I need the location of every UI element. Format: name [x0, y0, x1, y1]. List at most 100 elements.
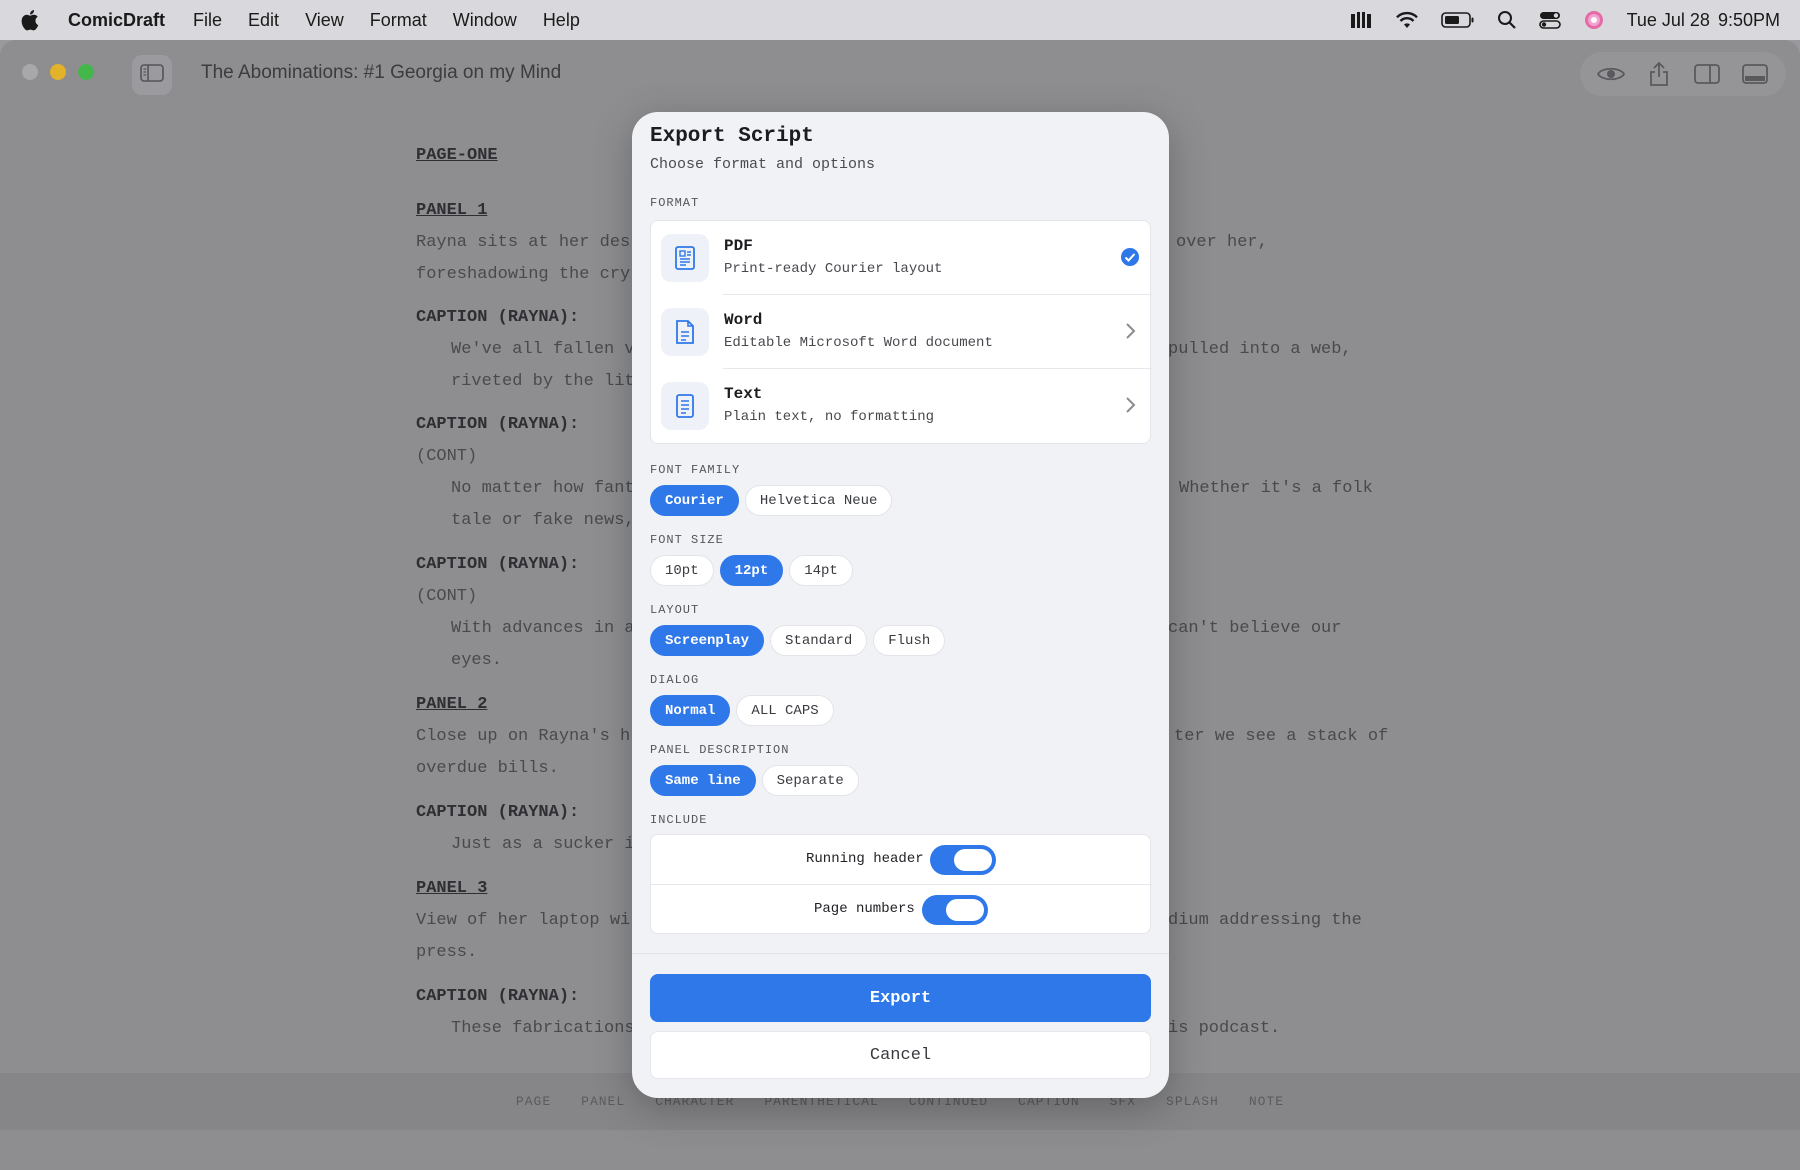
- share-button[interactable]: [1640, 55, 1678, 93]
- parenthetical: (CONT): [416, 447, 478, 466]
- format-description: Editable Microsoft Word document: [724, 335, 993, 351]
- format-option-pdf[interactable]: PDF Print-ready Courier layout: [651, 221, 1152, 295]
- inspector-toggle-button[interactable]: [1688, 55, 1726, 93]
- font-size-12pt-chip[interactable]: 12pt: [719, 555, 784, 586]
- right-sidebar-icon: [1694, 64, 1720, 84]
- caption-text: Whether it's a folk: [1179, 479, 1373, 498]
- export-dialog: Export Script Choose format and options …: [632, 112, 1169, 1098]
- pdf-document-icon: [661, 234, 709, 282]
- caption-heading: CAPTION (RAYNA):: [416, 415, 580, 434]
- panel-heading: PANEL 3: [416, 879, 488, 898]
- caption-text: riveted by the lit: [451, 372, 635, 391]
- menu-help[interactable]: Help: [543, 10, 580, 31]
- format-section-label: FORMAT: [650, 196, 700, 210]
- font-family-options: Courier Helvetica Neue: [650, 485, 893, 516]
- panel-description: foreshadowing the cry: [416, 265, 631, 284]
- gauge-icon[interactable]: [1349, 10, 1373, 30]
- panel-description-options: Same line Separate: [650, 765, 859, 796]
- element-note-button[interactable]: NOTE: [1249, 1094, 1284, 1109]
- control-center-icon[interactable]: [1538, 10, 1561, 30]
- menu-edit[interactable]: Edit: [248, 10, 279, 31]
- siri-icon[interactable]: [1583, 9, 1605, 31]
- font-size-14pt-chip[interactable]: 14pt: [789, 555, 853, 586]
- dialog-subtitle: Choose format and options: [650, 156, 876, 173]
- page-numbers-row: Page numbers: [651, 885, 1152, 935]
- menu-view[interactable]: View: [305, 10, 344, 31]
- page-numbers-toggle[interactable]: [922, 895, 988, 925]
- bottom-panel-icon: [1742, 64, 1768, 84]
- font-family-helvetica-chip[interactable]: Helvetica Neue: [744, 485, 893, 516]
- running-header-toggle[interactable]: [930, 845, 996, 875]
- dialog-title: Export Script: [650, 125, 814, 148]
- caption-heading: CAPTION (RAYNA):: [416, 987, 580, 1006]
- menu-window[interactable]: Window: [453, 10, 517, 31]
- panel-heading: PANEL 2: [416, 695, 488, 714]
- export-button[interactable]: Export: [650, 974, 1151, 1022]
- caption-text: can't believe our: [1168, 619, 1342, 638]
- clock-date: Tue Jul 28: [1626, 9, 1710, 30]
- layout-flush-chip[interactable]: Flush: [873, 625, 946, 656]
- search-icon[interactable]: [1497, 10, 1517, 30]
- close-window-button[interactable]: [22, 64, 38, 80]
- toolbar-right: [1580, 52, 1786, 96]
- font-size-10pt-chip[interactable]: 10pt: [650, 555, 714, 586]
- sidebar-icon: [140, 63, 164, 88]
- battery-icon[interactable]: [1440, 11, 1475, 29]
- layout-standard-chip[interactable]: Standard: [770, 625, 868, 656]
- page-numbers-label: Page numbers: [814, 901, 915, 917]
- format-description: Print-ready Courier layout: [724, 261, 943, 277]
- font-family-courier-chip[interactable]: Courier: [650, 485, 739, 516]
- caption-text: pulled into a web,: [1168, 340, 1352, 359]
- zoom-window-button[interactable]: [78, 64, 94, 80]
- layout-section-label: LAYOUT: [650, 603, 700, 617]
- format-option-text[interactable]: Text Plain text, no formatting: [651, 369, 1152, 443]
- element-splash-button[interactable]: SPLASH: [1166, 1094, 1219, 1109]
- format-description: Plain text, no formatting: [724, 409, 935, 425]
- bottom-panel-toggle-button[interactable]: [1736, 55, 1774, 93]
- wifi-icon[interactable]: [1395, 11, 1419, 29]
- layout-screenplay-chip[interactable]: Screenplay: [650, 625, 765, 656]
- panel-desc-separate-chip[interactable]: Separate: [761, 765, 859, 796]
- apple-icon[interactable]: [20, 9, 46, 31]
- element-panel-button[interactable]: PANEL: [581, 1094, 625, 1109]
- window-controls: [22, 64, 94, 80]
- menu-bar: ComicDraft File Edit View Format Window …: [0, 0, 1800, 40]
- caption-text: With advances in a: [451, 619, 635, 638]
- minimize-window-button[interactable]: [50, 64, 66, 80]
- caption-text: is podcast.: [1168, 1019, 1281, 1038]
- font-size-options: 10pt 12pt 14pt: [650, 555, 853, 586]
- app-menu[interactable]: ComicDraft: [68, 10, 165, 31]
- page-heading: PAGE-ONE: [416, 146, 498, 165]
- format-list: PDF Print-ready Courier layout Word Edit…: [650, 220, 1152, 444]
- layout-options: Screenplay Standard Flush: [650, 625, 946, 656]
- caption-heading: CAPTION (RAYNA):: [416, 308, 580, 327]
- dialog-options: Normal ALL CAPS: [650, 695, 834, 726]
- format-name: Text: [724, 385, 763, 403]
- dialog-normal-chip[interactable]: Normal: [650, 695, 731, 726]
- element-page-button[interactable]: PAGE: [516, 1094, 551, 1109]
- menu-file[interactable]: File: [193, 10, 222, 31]
- panel-description: press.: [416, 943, 478, 962]
- caption-text: tale or fake news,: [451, 511, 635, 530]
- cancel-button[interactable]: Cancel: [650, 1031, 1151, 1079]
- dialog-all-caps-chip[interactable]: ALL CAPS: [736, 695, 834, 726]
- format-name: PDF: [724, 237, 753, 255]
- font-size-section-label: FONT SIZE: [650, 533, 724, 547]
- caption-text: eyes.: [451, 651, 503, 670]
- menu-format[interactable]: Format: [370, 10, 427, 31]
- font-family-section-label: FONT FAMILY: [650, 463, 741, 477]
- caption-text: We've all fallen v: [451, 340, 635, 359]
- panel-description: ter we see a stack of: [1174, 727, 1389, 746]
- panel-description: overdue bills.: [416, 759, 559, 778]
- panel-description: over her,: [1176, 233, 1268, 252]
- sidebar-toggle-button[interactable]: [132, 55, 172, 95]
- format-option-word[interactable]: Word Editable Microsoft Word document: [651, 295, 1152, 369]
- panel-desc-same-line-chip[interactable]: Same line: [650, 765, 756, 796]
- menubar-clock[interactable]: Tue Jul 28 9:50PM: [1627, 10, 1780, 31]
- footer-divider: [632, 953, 1169, 954]
- panel-description: View of her laptop wi: [416, 911, 631, 930]
- caption-text: Just as a sucker i: [451, 835, 635, 854]
- parenthetical: (CONT): [416, 587, 478, 606]
- checkmark-icon: [1118, 245, 1142, 269]
- preview-button[interactable]: [1592, 55, 1630, 93]
